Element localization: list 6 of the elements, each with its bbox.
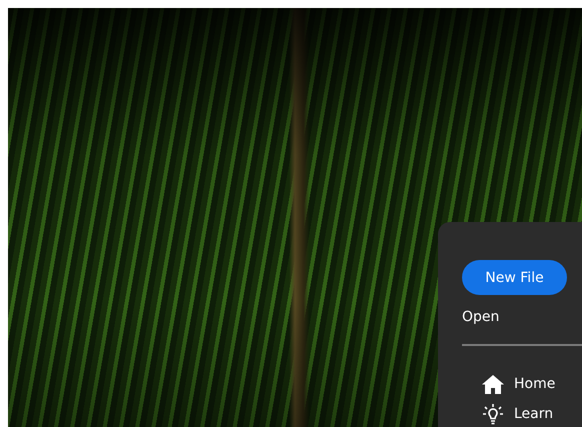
learn-nav-item[interactable]: Learn — [462, 401, 556, 427]
new-file-button[interactable]: New File — [462, 260, 567, 296]
home-icon — [482, 374, 504, 394]
lightbulb-icon — [482, 403, 504, 425]
open-button[interactable]: Open — [462, 309, 500, 326]
home-nav-item[interactable]: Home — [462, 371, 556, 397]
